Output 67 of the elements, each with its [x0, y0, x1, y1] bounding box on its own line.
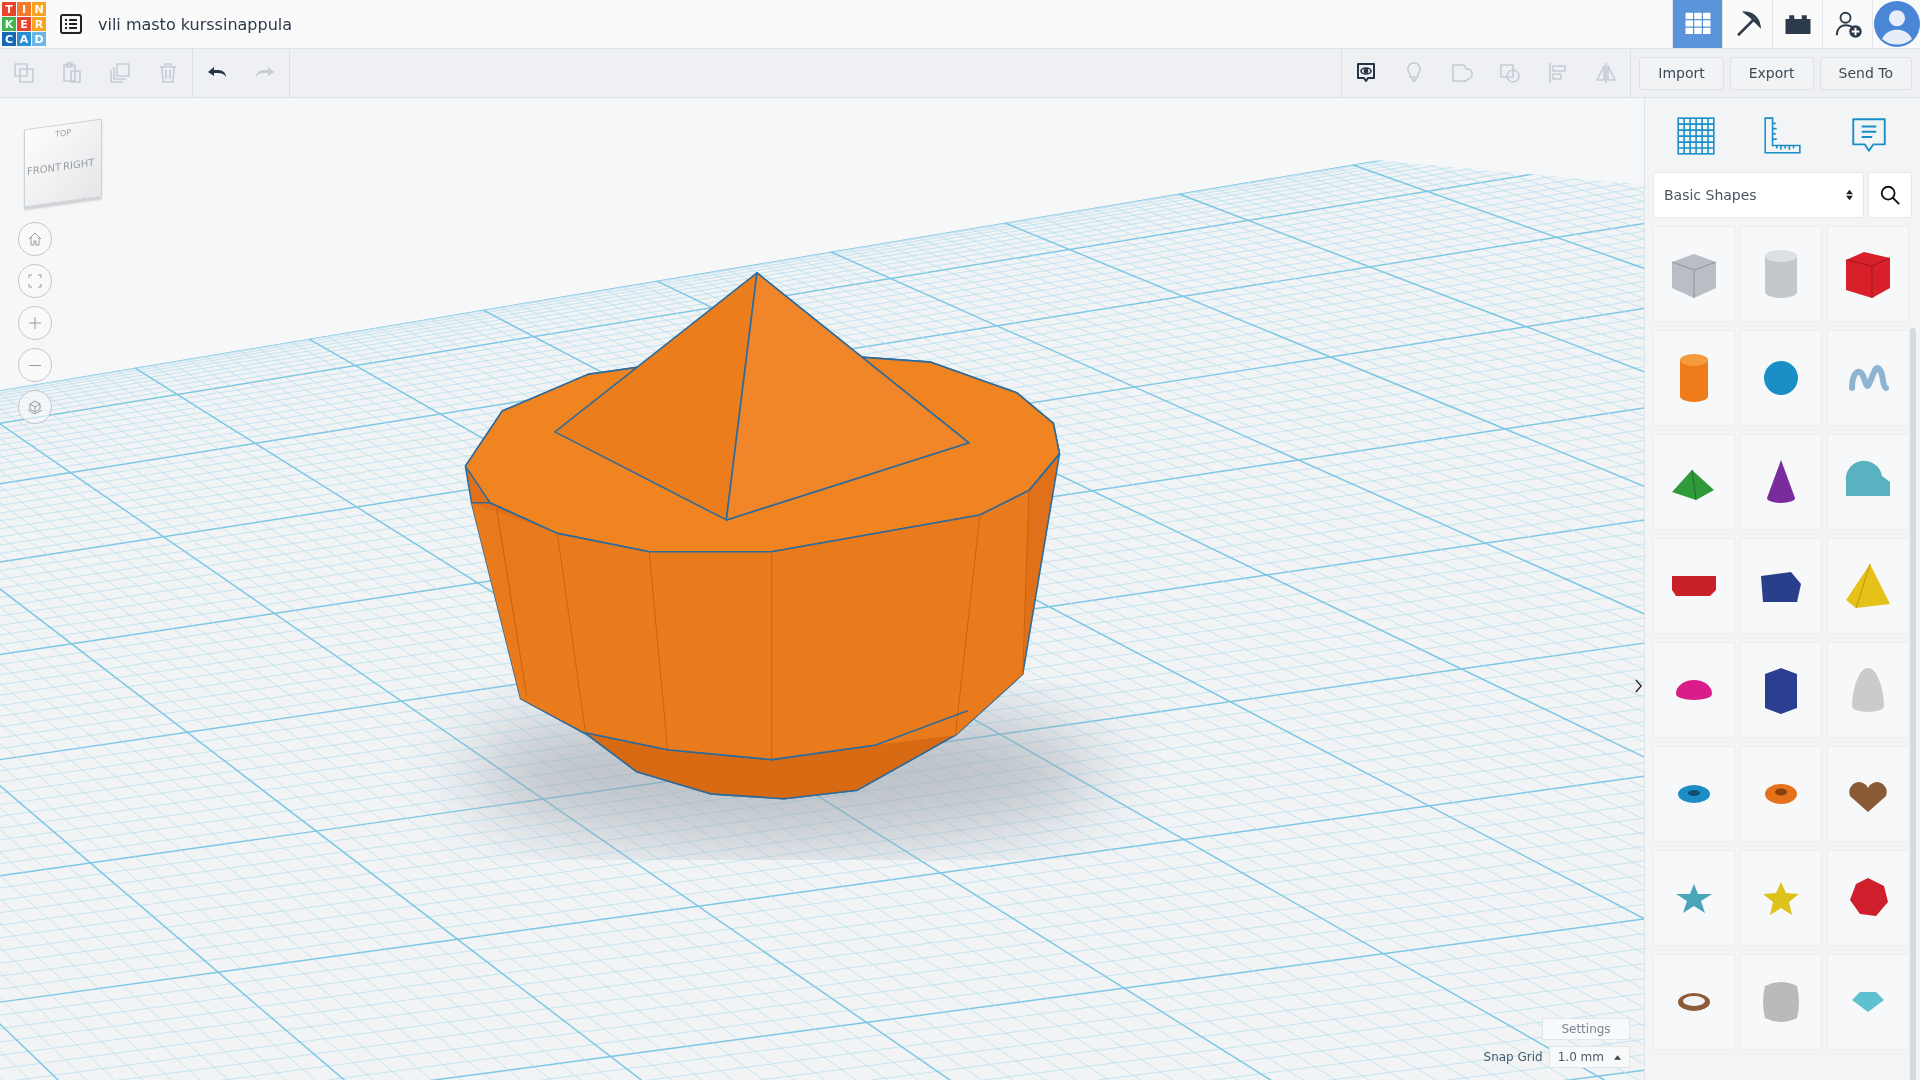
ring-icon: [1678, 993, 1710, 1011]
design-title[interactable]: vili masto kurssinappula: [98, 14, 293, 34]
grid-icon: [1675, 115, 1718, 157]
plus-icon: [27, 315, 43, 331]
shape-tile[interactable]: [1827, 330, 1909, 426]
design-list-button[interactable]: [58, 11, 84, 37]
torus-icon: [1678, 785, 1710, 803]
zoom-in-button[interactable]: [18, 306, 52, 340]
toolbar-button[interactable]: Export: [1729, 56, 1814, 90]
snap-grid-label: Snap Grid: [1483, 1050, 1543, 1064]
shape-tile[interactable]: [1653, 434, 1735, 530]
shape-tile[interactable]: [1653, 850, 1735, 946]
sort-arrows-icon: [1846, 189, 1853, 201]
shape-tile[interactable]: [1827, 642, 1909, 738]
shape-tile[interactable]: [1740, 330, 1822, 426]
shape-tile[interactable]: [1740, 746, 1822, 842]
paste-icon: [60, 61, 84, 85]
shape-tile[interactable]: [1740, 954, 1822, 1050]
user-avatar[interactable]: [1872, 0, 1920, 48]
search-button[interactable]: [1868, 172, 1912, 218]
shape-tile[interactable]: [1827, 226, 1909, 322]
toolbar-button[interactable]: Import: [1639, 56, 1724, 90]
shape-tile[interactable]: [1827, 434, 1909, 530]
tube-icon: [1765, 784, 1797, 804]
shape-tile[interactable]: [1653, 538, 1735, 634]
group-icon: [1450, 61, 1475, 85]
chevron-right-icon: [1634, 679, 1642, 693]
shape-tile[interactable]: [1827, 850, 1909, 946]
perspective-button[interactable]: [18, 390, 52, 424]
shape-tile[interactable]: [1653, 226, 1735, 322]
duplicate-icon: [108, 61, 132, 85]
shape-tile[interactable]: [1653, 642, 1735, 738]
shape-tile[interactable]: [1827, 538, 1909, 634]
shape-tile[interactable]: [1653, 954, 1735, 1050]
cube-face-label: RIGHT: [63, 156, 95, 172]
cube-icon: [27, 399, 43, 415]
knob-model-drawing[interactable]: [464, 272, 1061, 800]
fit-icon: [27, 273, 43, 289]
cube-face-label: TOP: [55, 127, 71, 140]
shape-tile[interactable]: [1827, 954, 1909, 1050]
shape-tile[interactable]: [1653, 330, 1735, 426]
mirror-icon: [1594, 61, 1619, 85]
tinkercad-logo[interactable]: T I N K E R C A D: [2, 2, 46, 46]
shape-tile[interactable]: [1740, 434, 1822, 530]
home-icon: [27, 231, 43, 247]
shape-tile[interactable]: [1653, 746, 1735, 842]
toolbar-button[interactable]: Send To: [1819, 56, 1912, 90]
ruler-icon: [1761, 115, 1804, 157]
caret-icon: [1614, 1054, 1621, 1060]
home-view-button[interactable]: [18, 222, 52, 256]
shape-tile[interactable]: [1740, 538, 1822, 634]
shape-tile[interactable]: [1740, 850, 1822, 946]
zoom-out-button[interactable]: [18, 348, 52, 382]
snap-grid-dropdown[interactable]: 1.0 mm: [1548, 1046, 1630, 1068]
gem-icon: [1852, 992, 1884, 1012]
search-icon: [1879, 184, 1901, 206]
settings-button[interactable]: Settings: [1542, 1018, 1630, 1040]
copy-icon: [12, 61, 36, 85]
shape-library-dropdown[interactable]: Basic Shapes: [1653, 172, 1864, 218]
shape-tile[interactable]: [1827, 746, 1909, 842]
cube-face-label: FRONT: [27, 161, 62, 178]
fit-view-button[interactable]: [18, 264, 52, 298]
minus-icon: [28, 364, 42, 366]
shape-tile[interactable]: [1740, 642, 1822, 738]
ungroup-icon: [1498, 61, 1523, 85]
shape-tile[interactable]: [1740, 226, 1822, 322]
list-icon: [60, 14, 82, 34]
